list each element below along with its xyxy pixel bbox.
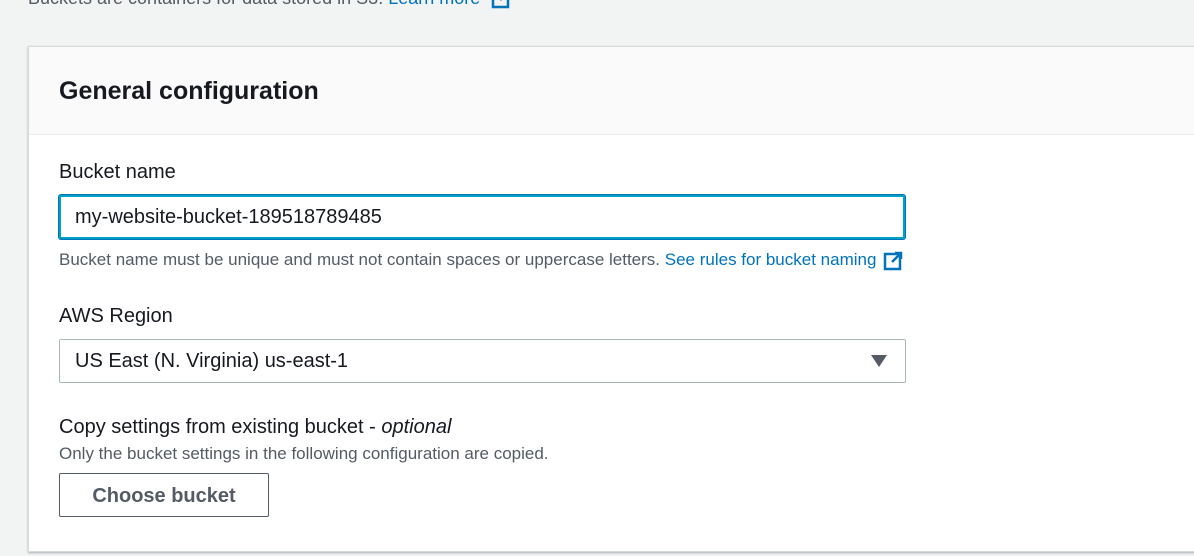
aws-region-label: AWS Region — [59, 305, 173, 327]
copy-settings-label: Copy settings from existing bucket - opt… — [59, 416, 451, 439]
choose-bucket-button[interactable]: Choose bucket — [59, 473, 269, 517]
optional-label: optional — [381, 416, 452, 438]
bucket-name-hint-text: Bucket name must be unique and must not … — [59, 250, 661, 269]
intro-text: Buckets are containers for data stored i… — [28, 0, 511, 9]
external-link-icon[interactable] — [883, 251, 903, 271]
general-configuration-panel: General configuration Bucket name Bucket… — [28, 46, 1194, 552]
bucket-name-label: Bucket name — [59, 161, 176, 183]
bucket-naming-rules-link[interactable]: See rules for bucket naming — [665, 250, 877, 269]
panel-title: General configuration — [59, 77, 319, 105]
learn-more-link[interactable]: Learn more — [388, 0, 480, 8]
bucket-name-input[interactable] — [59, 195, 905, 239]
caret-down-icon — [871, 355, 887, 367]
external-link-icon[interactable] — [491, 0, 511, 9]
intro-description: Buckets are containers for data stored i… — [28, 0, 383, 8]
aws-region-selected-value: US East (N. Virginia) us-east-1 — [75, 350, 349, 372]
copy-settings-description: Only the bucket settings in the followin… — [59, 444, 549, 463]
bucket-name-hint: Bucket name must be unique and must not … — [59, 250, 903, 271]
panel-header: General configuration — [29, 47, 1194, 135]
aws-region-select[interactable]: US East (N. Virginia) us-east-1 — [59, 339, 906, 383]
copy-settings-label-text: Copy settings from existing bucket - — [59, 416, 382, 438]
